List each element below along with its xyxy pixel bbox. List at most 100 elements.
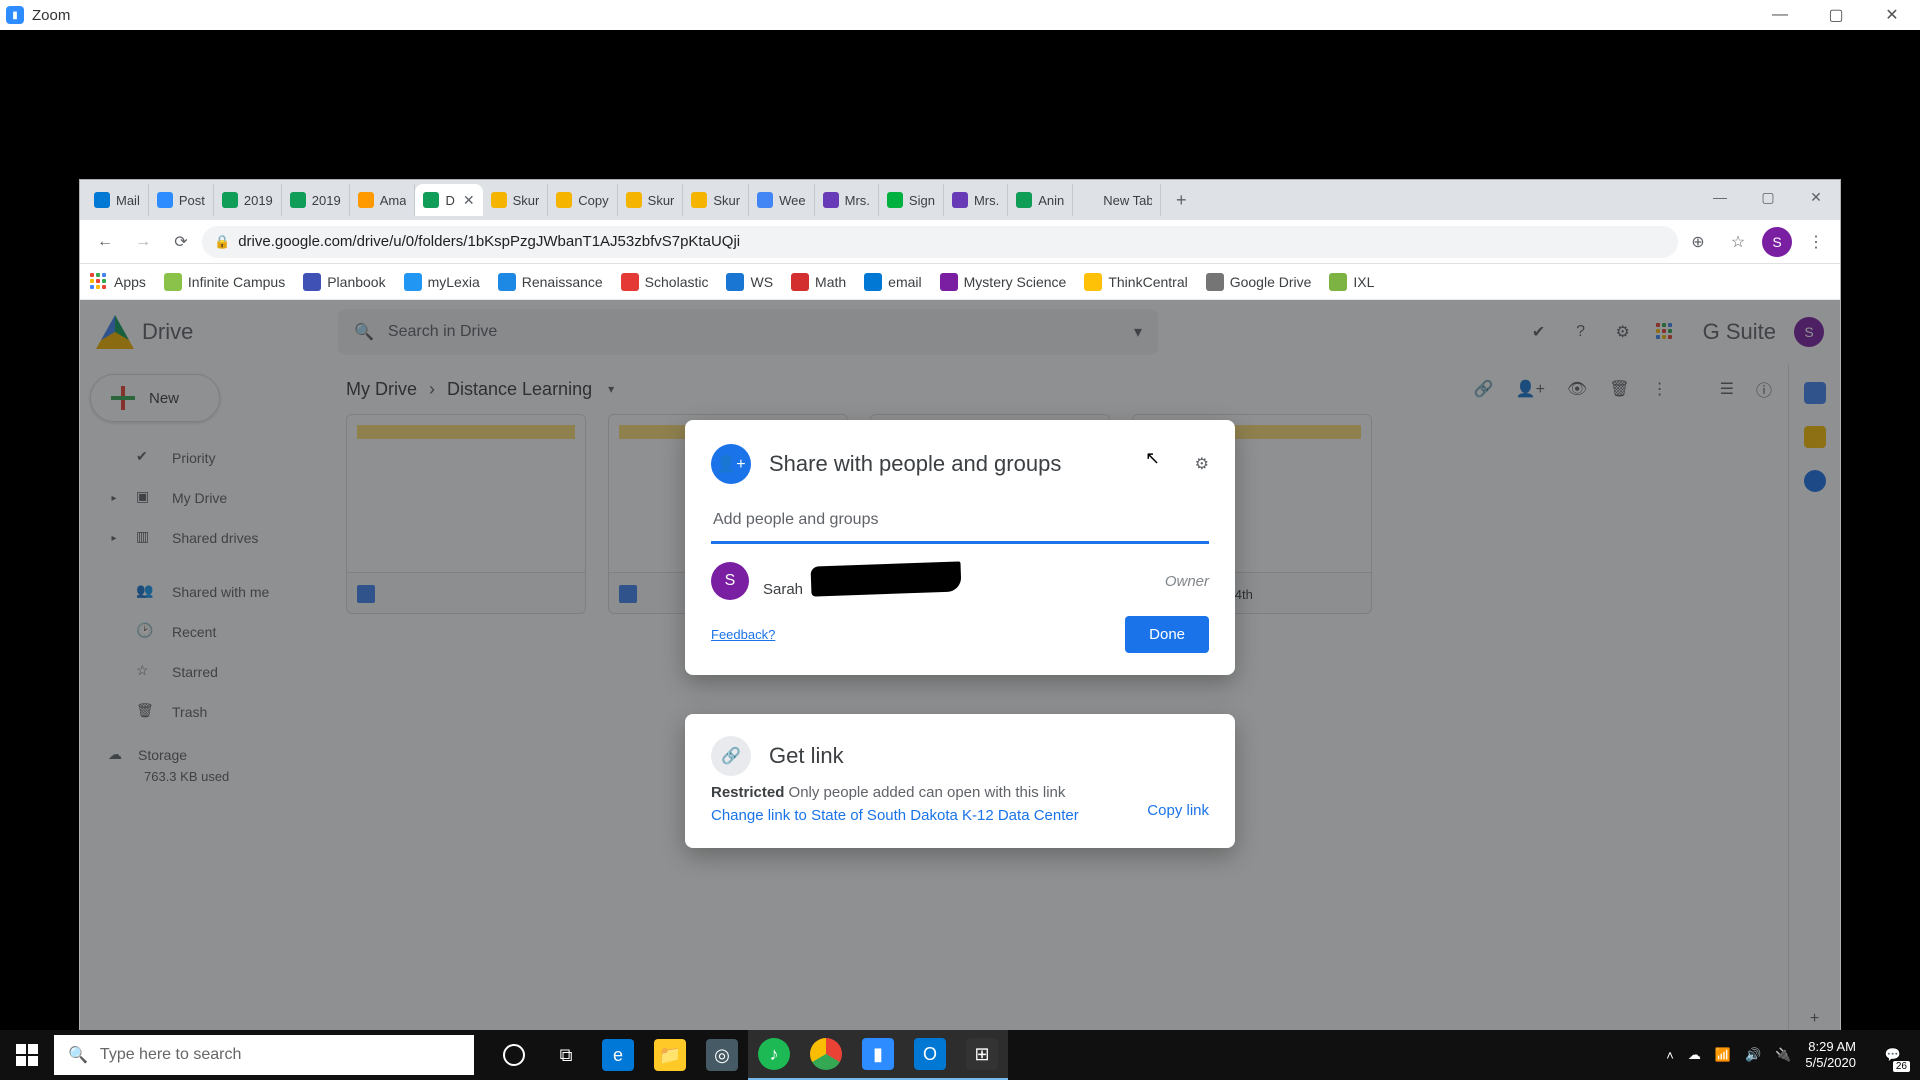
- new-tab-button[interactable]: +: [1167, 186, 1195, 214]
- install-pwa-icon[interactable]: ⊕: [1682, 226, 1714, 258]
- tray-power-icon[interactable]: 🔌: [1775, 1047, 1791, 1063]
- bookmark-item[interactable]: ThinkCentral: [1084, 273, 1187, 291]
- chrome-maximize-button[interactable]: ▢: [1744, 180, 1792, 214]
- share-dialog-title: Share with people and groups: [769, 451, 1177, 477]
- browser-tab[interactable]: Ama: [350, 184, 416, 216]
- tab-label: Skur: [648, 193, 675, 208]
- add-people-input[interactable]: [711, 498, 1209, 544]
- share-settings-gear-icon[interactable]: ⚙: [1195, 454, 1209, 474]
- tray-chevron-icon[interactable]: ˄: [1666, 1048, 1674, 1063]
- browser-tab[interactable]: Mail: [86, 184, 149, 216]
- browser-tab[interactable]: Skur: [683, 184, 749, 216]
- close-button[interactable]: ✕: [1864, 0, 1920, 30]
- redacted-email: [811, 561, 962, 596]
- forward-button[interactable]: →: [126, 225, 160, 259]
- bookmark-item[interactable]: email: [864, 273, 921, 291]
- bookmark-favicon: [940, 273, 958, 291]
- bookmark-item[interactable]: Scholastic: [621, 273, 709, 291]
- address-bar: ← → ⟳ 🔒 drive.google.com/drive/u/0/folde…: [80, 220, 1840, 264]
- bookmark-item[interactable]: Mystery Science: [940, 273, 1067, 291]
- browser-tab[interactable]: Mrs.: [944, 184, 1008, 216]
- taskbar-app-explorer[interactable]: 📁: [644, 1030, 696, 1080]
- bookmark-item[interactable]: Google Drive: [1206, 273, 1312, 291]
- bookmark-favicon: [303, 273, 321, 291]
- browser-tab[interactable]: Sign: [879, 184, 944, 216]
- url-field[interactable]: 🔒 drive.google.com/drive/u/0/folders/1bK…: [202, 226, 1678, 258]
- task-view-icon[interactable]: ⧉: [540, 1030, 592, 1080]
- start-button[interactable]: [0, 1030, 54, 1080]
- browser-tab[interactable]: Mrs.: [815, 184, 879, 216]
- bookmark-item[interactable]: Infinite Campus: [164, 273, 285, 291]
- taskbar-app-zoom[interactable]: ▮: [852, 1030, 904, 1080]
- chrome-minimize-button[interactable]: ―: [1696, 180, 1744, 214]
- tray-onedrive-icon[interactable]: ☁: [1688, 1047, 1701, 1063]
- taskbar-search-placeholder: Type here to search: [100, 1046, 241, 1064]
- tab-favicon: [691, 192, 707, 208]
- browser-tab[interactable]: Copy: [548, 184, 617, 216]
- done-button[interactable]: Done: [1125, 616, 1209, 653]
- share-person-row: S Sarah Owner: [711, 562, 1209, 600]
- taskbar-search[interactable]: 🔍 Type here to search: [54, 1035, 474, 1075]
- person-avatar: S: [711, 562, 749, 600]
- bookmark-favicon: [164, 273, 182, 291]
- zoom-window-title: Zoom: [32, 7, 70, 24]
- bookmark-label: Mystery Science: [964, 274, 1067, 290]
- tab-favicon: [290, 192, 306, 208]
- bookmark-label: Scholastic: [645, 274, 709, 290]
- action-center-icon[interactable]: 💬26: [1870, 1030, 1916, 1080]
- tab-label: D: [445, 193, 454, 208]
- taskbar-clock[interactable]: 8:29 AM 5/5/2020: [1805, 1039, 1856, 1070]
- taskbar-app-chrome[interactable]: [800, 1030, 852, 1080]
- chrome-menu-icon[interactable]: ⋮: [1800, 226, 1832, 258]
- zoom-titlebar: ▮ Zoom ― ▢ ✕: [0, 0, 1920, 30]
- bookmark-star-icon[interactable]: ☆: [1722, 226, 1754, 258]
- browser-tab[interactable]: New Tab: [1073, 184, 1161, 216]
- browser-tab[interactable]: Anin: [1008, 184, 1073, 216]
- windows-taskbar: 🔍 Type here to search ⧉ e 📁 ◎ ♪ ▮ O ⊞ ˄ …: [0, 1030, 1920, 1080]
- bookmark-item[interactable]: myLexia: [404, 273, 480, 291]
- cortana-icon[interactable]: [488, 1030, 540, 1080]
- bookmark-bar: Apps Infinite Campus Planbook myLexia Renais…: [80, 264, 1840, 300]
- copy-link-button[interactable]: Copy link: [1147, 802, 1209, 819]
- bookmark-item[interactable]: Planbook: [303, 273, 385, 291]
- tray-volume-icon[interactable]: 🔊: [1745, 1047, 1761, 1063]
- feedback-link[interactable]: Feedback?: [711, 627, 775, 642]
- browser-tab[interactable]: 2019: [214, 184, 282, 216]
- bookmark-item[interactable]: IXL: [1329, 273, 1374, 291]
- lock-icon: 🔒: [214, 234, 230, 250]
- maximize-button[interactable]: ▢: [1808, 0, 1864, 30]
- taskbar-app-spotify[interactable]: ♪: [748, 1030, 800, 1080]
- tab-label: Sign: [909, 193, 935, 208]
- tab-favicon: [952, 192, 968, 208]
- get-link-title: Get link: [769, 743, 1209, 769]
- taskbar-app-generic[interactable]: ◎: [696, 1030, 748, 1080]
- taskbar-app-outlook[interactable]: O: [904, 1030, 956, 1080]
- chrome-close-button[interactable]: ✕: [1792, 180, 1840, 214]
- tab-close-icon[interactable]: ✕: [463, 192, 475, 209]
- minimize-button[interactable]: ―: [1752, 0, 1808, 30]
- browser-tab[interactable]: 2019: [282, 184, 350, 216]
- bookmark-label: Math: [815, 274, 846, 290]
- bookmark-item[interactable]: Renaissance: [498, 273, 603, 291]
- back-button[interactable]: ←: [88, 225, 122, 259]
- bookmark-item[interactable]: Apps: [90, 273, 146, 291]
- bookmark-label: Renaissance: [522, 274, 603, 290]
- browser-tab[interactable]: Skur: [483, 184, 549, 216]
- profile-avatar[interactable]: S: [1762, 227, 1792, 257]
- browser-tab[interactable]: D✕: [415, 184, 482, 216]
- bookmark-favicon: [864, 273, 882, 291]
- browser-tab[interactable]: Wee: [749, 184, 815, 216]
- tab-favicon: [626, 192, 642, 208]
- bookmark-label: Planbook: [327, 274, 385, 290]
- change-link-access[interactable]: Change link to State of South Dakota K-1…: [711, 807, 1209, 824]
- browser-tab[interactable]: Post: [149, 184, 214, 216]
- reload-button[interactable]: ⟳: [164, 225, 198, 259]
- bookmark-item[interactable]: Math: [791, 273, 846, 291]
- taskbar-app-edge[interactable]: e: [592, 1030, 644, 1080]
- tray-wifi-icon[interactable]: 📶: [1715, 1047, 1731, 1063]
- taskbar-app-calculator[interactable]: ⊞: [956, 1030, 1008, 1080]
- browser-tab[interactable]: Skur: [618, 184, 684, 216]
- link-access-description: Restricted Only people added can open wi…: [711, 784, 1209, 801]
- person-role: Owner: [1165, 573, 1209, 590]
- bookmark-item[interactable]: WS: [726, 273, 773, 291]
